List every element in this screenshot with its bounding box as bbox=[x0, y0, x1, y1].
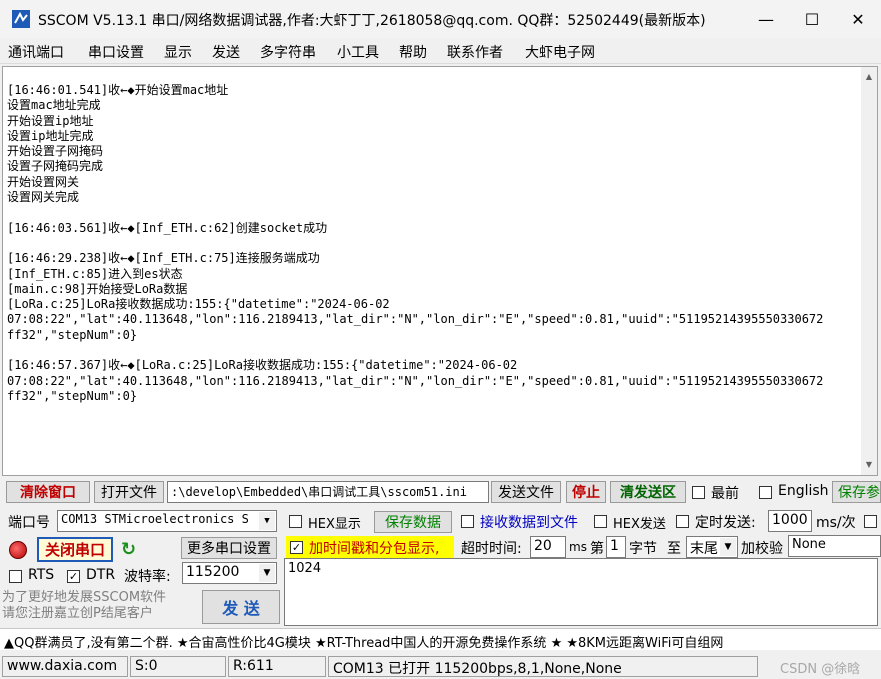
app-icon bbox=[12, 10, 30, 28]
menu-tools[interactable]: 小工具 bbox=[337, 42, 379, 62]
timestamp-label: 加时间戳和分包显示, bbox=[309, 541, 440, 557]
title-bar: SSCOM V5.13.1 串口/网络数据调试器,作者:大虾丁丁,2618058… bbox=[0, 0, 881, 38]
status-url[interactable]: www.daxia.com bbox=[2, 656, 128, 677]
chevron-down-icon: ▼ bbox=[259, 564, 275, 582]
port-select[interactable]: COM13 STMicroelectronics S ▼ bbox=[57, 510, 277, 532]
scroll-down-icon[interactable]: ▼ bbox=[861, 457, 877, 473]
menu-comm-port[interactable]: 通讯端口 bbox=[8, 42, 64, 62]
recv-to-file-label: 接收数据到文件 bbox=[480, 515, 578, 531]
rts-checkbox[interactable] bbox=[9, 570, 22, 583]
port-value: COM13 STMicroelectronics S bbox=[61, 512, 249, 526]
checksum-select[interactable]: None bbox=[788, 535, 881, 557]
send-label: 发 送 bbox=[222, 599, 260, 618]
refresh-icon[interactable]: ↻ bbox=[121, 539, 136, 560]
dtr-checkbox[interactable]: ✓ bbox=[67, 570, 80, 583]
clear-window-button[interactable]: 清除窗口 bbox=[6, 481, 90, 503]
timeout-input[interactable]: 20 bbox=[530, 536, 566, 558]
rts-label: RTS bbox=[28, 567, 55, 583]
chevron-down-icon: ▼ bbox=[720, 538, 736, 556]
byte-prefix: 第 bbox=[590, 541, 604, 557]
watermark: CSDN @徐晗 bbox=[780, 662, 861, 677]
status-sent-count: S:0 bbox=[130, 656, 226, 677]
announcement-ticker[interactable]: ▲QQ群满员了,没有第二个群. ★合宙高性价比4G模块 ★RT-Thread中国… bbox=[0, 628, 881, 650]
status-port-info: COM13 已打开 115200bps,8,1,None,None bbox=[328, 656, 758, 677]
ad-line-1: 为了更好地发展SSCOM软件 bbox=[2, 590, 167, 605]
checksum-label: 加校验 bbox=[741, 541, 783, 557]
close-button[interactable]: ✕ bbox=[835, 0, 881, 38]
menu-bar: 通讯端口 串口设置 显示 发送 多字符串 小工具 帮助 联系作者 大虾电子网 bbox=[0, 38, 881, 64]
timed-send-checkbox[interactable] bbox=[676, 515, 689, 528]
menu-help[interactable]: 帮助 bbox=[399, 42, 427, 62]
hex-display-label: HEX显示 bbox=[308, 517, 361, 532]
open-file-button[interactable]: 打开文件 bbox=[94, 481, 164, 503]
end-select[interactable]: 末尾 ▼ bbox=[686, 536, 738, 558]
status-bar: www.daxia.com S:0 R:611 COM13 已打开 115200… bbox=[0, 654, 881, 679]
timeout-unit: ms bbox=[569, 540, 587, 554]
topmost-label: 最前 bbox=[711, 486, 739, 502]
clear-window-label: 清除窗口 bbox=[20, 485, 76, 501]
clear-send-button[interactable]: 清发送区 bbox=[610, 481, 686, 503]
hex-display-checkbox[interactable] bbox=[289, 515, 302, 528]
interval-input[interactable]: 1000 bbox=[768, 510, 812, 532]
ad-text[interactable]: 为了更好地发展SSCOM软件 请您注册嘉立创P结尾客户 bbox=[2, 590, 198, 626]
scroll-up-icon[interactable]: ▲ bbox=[861, 69, 877, 85]
hex-send-checkbox[interactable] bbox=[594, 515, 607, 528]
byte-index-input[interactable]: 1 bbox=[606, 536, 626, 558]
more-settings-button[interactable]: 更多串口设置 bbox=[181, 537, 277, 559]
menu-daxia-site[interactable]: 大虾电子网 bbox=[525, 42, 595, 62]
menu-send[interactable]: 发送 bbox=[212, 42, 240, 62]
maximize-button[interactable]: ☐ bbox=[789, 0, 835, 38]
end-value: 末尾 bbox=[690, 541, 718, 557]
menu-contact-author[interactable]: 联系作者 bbox=[447, 42, 503, 62]
receive-text: [16:46:01.541]收←◆开始设置mac地址 设置mac地址完成 开始设… bbox=[7, 83, 824, 403]
save-params-button[interactable]: 保存参 bbox=[832, 481, 881, 503]
timestamp-checkbox[interactable]: ✓ bbox=[290, 541, 303, 554]
clear-send-label: 清发送区 bbox=[620, 485, 676, 501]
close-port-button[interactable]: 关闭串口 bbox=[37, 537, 113, 562]
extra-checkbox[interactable] bbox=[864, 515, 877, 528]
close-port-label: 关闭串口 bbox=[44, 541, 105, 559]
english-label: English bbox=[778, 483, 829, 499]
timed-send-label: 定时发送: bbox=[695, 515, 756, 531]
to-label: 至 bbox=[667, 541, 681, 557]
interval-unit: ms/次 bbox=[816, 515, 856, 531]
baud-label: 波特率: bbox=[124, 569, 171, 585]
vertical-scrollbar[interactable]: ▲ ▼ bbox=[861, 67, 877, 475]
window-title: SSCOM V5.13.1 串口/网络数据调试器,作者:大虾丁丁,2618058… bbox=[38, 13, 706, 29]
send-input[interactable]: 1024 bbox=[284, 558, 878, 626]
port-label: 端口号 bbox=[8, 515, 50, 531]
byte-suffix: 字节 bbox=[629, 541, 657, 557]
stop-label: 停止 bbox=[572, 485, 600, 501]
port-status-icon bbox=[9, 541, 27, 559]
save-data-label: 保存数据 bbox=[385, 515, 441, 531]
status-received-count: R:611 bbox=[228, 656, 326, 677]
send-file-button[interactable]: 发送文件 bbox=[491, 481, 561, 503]
file-path-input[interactable]: :\develop\Embedded\串口调试工具\sscom51.ini bbox=[167, 481, 489, 503]
baud-select[interactable]: 115200 ▼ bbox=[182, 562, 277, 584]
timeout-label: 超时时间: bbox=[461, 541, 522, 557]
send-button[interactable]: 发 送 bbox=[202, 590, 280, 624]
save-params-label: 保存参 bbox=[838, 485, 880, 501]
menu-serial-settings[interactable]: 串口设置 bbox=[88, 42, 144, 62]
save-data-button[interactable]: 保存数据 bbox=[374, 511, 452, 533]
recv-to-file-checkbox[interactable] bbox=[461, 515, 474, 528]
send-text: 1024 bbox=[288, 561, 322, 576]
chevron-down-icon: ▼ bbox=[259, 512, 275, 530]
hex-send-label: HEX发送 bbox=[613, 517, 666, 532]
english-checkbox[interactable] bbox=[759, 486, 772, 499]
menu-display[interactable]: 显示 bbox=[164, 42, 192, 62]
dtr-label: DTR bbox=[86, 567, 116, 583]
stop-button[interactable]: 停止 bbox=[566, 481, 606, 503]
menu-multi-string[interactable]: 多字符串 bbox=[260, 42, 316, 62]
ad-line-2: 请您注册嘉立创P结尾客户 bbox=[2, 606, 153, 621]
minimize-button[interactable]: — bbox=[743, 0, 789, 38]
baud-value: 115200 bbox=[186, 564, 240, 580]
topmost-checkbox[interactable] bbox=[692, 486, 705, 499]
receive-area[interactable]: [16:46:01.541]收←◆开始设置mac地址 设置mac地址完成 开始设… bbox=[2, 66, 878, 476]
